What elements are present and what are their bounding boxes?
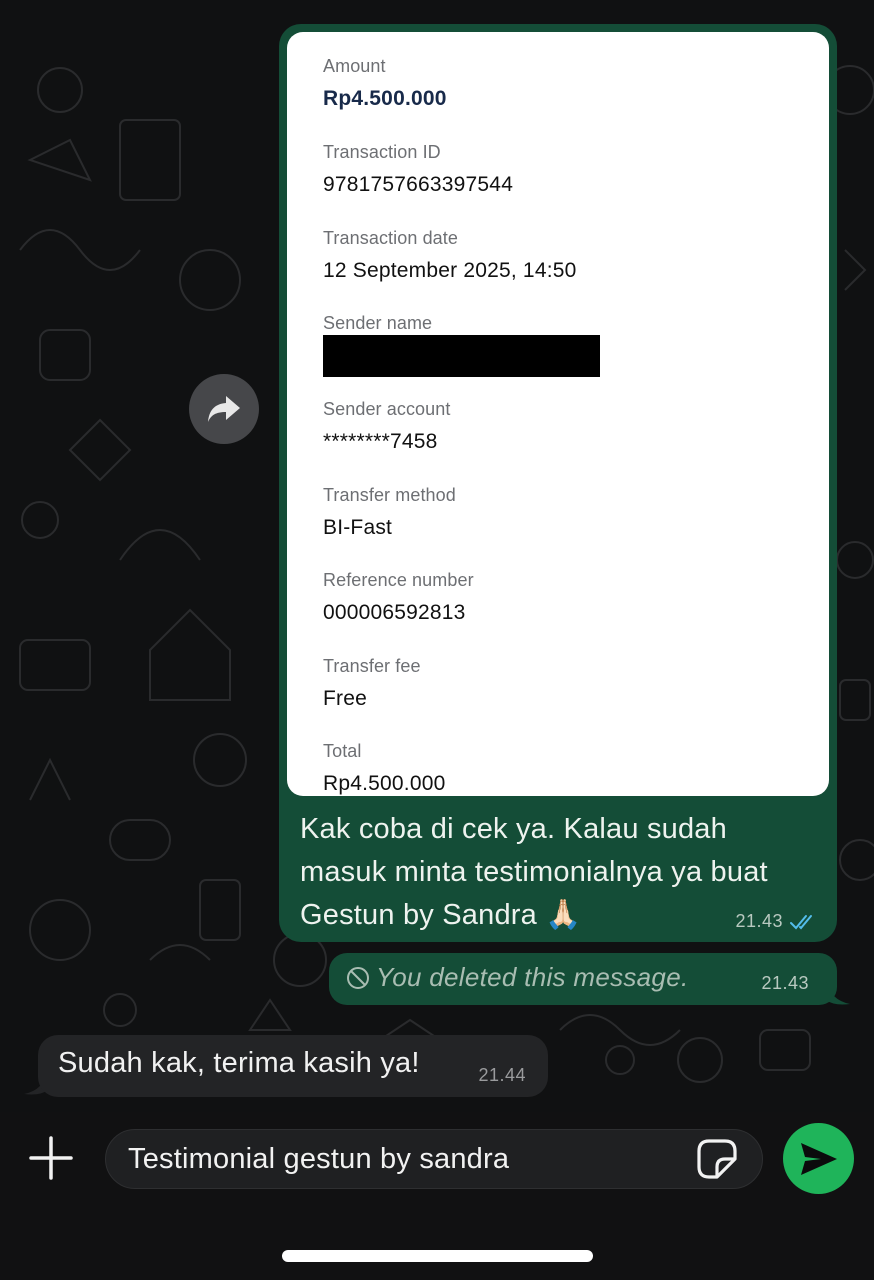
transfer-receipt-image[interactable]: Amount Rp4.500.000 Transaction ID 978175…: [287, 32, 829, 796]
field-label: Sender account: [323, 399, 451, 419]
field-value: ********7458: [323, 430, 438, 453]
message-input-field[interactable]: [105, 1129, 763, 1189]
receipt-field-transaction-date: Transaction date 12 September 2025, 14:5…: [323, 228, 577, 283]
field-label: Sender name: [323, 313, 433, 333]
outgoing-image-message[interactable]: Amount Rp4.500.000 Transaction ID 978175…: [279, 24, 837, 942]
send-icon: [800, 1142, 837, 1175]
message-time: 21.43: [735, 911, 783, 931]
field-label: Reference number: [323, 570, 474, 590]
field-value: BI-Fast: [323, 516, 393, 539]
field-value: Rp4.500.000: [323, 87, 447, 110]
receipt-field-sender-account: Sender account ********7458: [323, 399, 451, 454]
message-text: Sudah kak, terima kasih ya!: [58, 1047, 420, 1079]
send-button[interactable]: [783, 1123, 854, 1194]
field-label: Transfer fee: [323, 656, 421, 676]
deleted-ban-icon: [347, 967, 369, 989]
double-check-read-icon: [790, 914, 812, 929]
field-label: Transaction ID: [323, 142, 441, 162]
field-value: Rp4.500.000: [323, 772, 446, 795]
receipt-field-transaction-id: Transaction ID 9781757663397544: [323, 142, 513, 197]
message-time: 21.43: [761, 973, 809, 993]
redacted-sender-name: [323, 335, 600, 377]
message-time: 21.44: [478, 1065, 526, 1085]
field-value: Free: [323, 687, 367, 710]
receipt-field-amount: Amount Rp4.500.000: [323, 56, 447, 111]
plus-icon[interactable]: [26, 1133, 76, 1183]
receipt-field-total: Total Rp4.500.000: [323, 741, 445, 796]
bubble-tail: [826, 980, 850, 1005]
field-value: 9781757663397544: [323, 173, 514, 196]
sticker-icon[interactable]: [695, 1137, 739, 1181]
receipt-field-reference-number: Reference number 000006592813: [323, 570, 474, 625]
home-indicator[interactable]: [282, 1250, 593, 1262]
deleted-message[interactable]: You deleted this message. 21.43: [329, 953, 837, 1005]
forward-button[interactable]: [189, 374, 259, 444]
message-input[interactable]: [128, 1130, 688, 1188]
incoming-message[interactable]: Sudah kak, terima kasih ya! 21.44: [38, 1035, 548, 1097]
field-value: 12 September 2025, 14:50: [323, 259, 577, 282]
field-label: Amount: [323, 56, 386, 76]
receipt-field-transfer-fee: Transfer fee Free: [323, 656, 421, 711]
field-label: Total: [323, 741, 362, 761]
field-value: 000006592813: [323, 601, 466, 624]
field-label: Transaction date: [323, 228, 459, 248]
forward-icon: [208, 396, 240, 422]
receipt-field-transfer-method: Transfer method BI-Fast: [323, 485, 456, 540]
receipt-field-sender-name: Sender name: [323, 313, 432, 334]
message-meta: 21.43: [735, 911, 815, 932]
deleted-message-text: You deleted this message.: [376, 962, 689, 992]
field-label: Transfer method: [323, 485, 456, 505]
